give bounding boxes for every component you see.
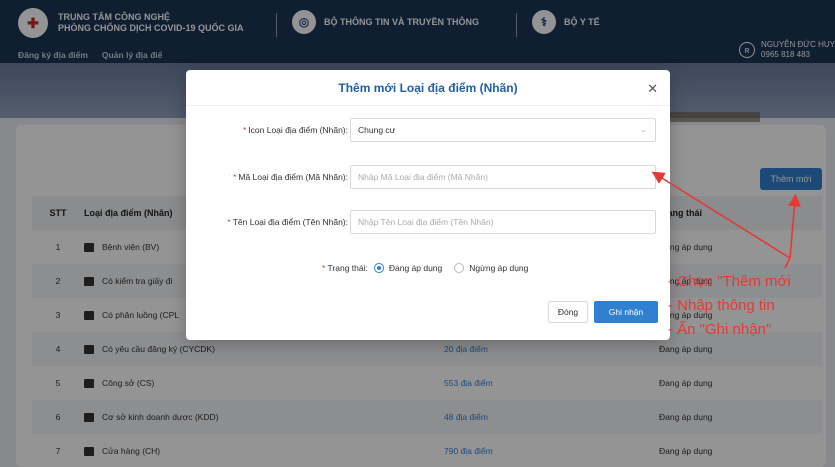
annotation-line1: - Chọn "Thêm mới — [668, 273, 791, 290]
annotation-arrows — [651, 171, 801, 269]
arrow-to-add-button — [788, 193, 801, 259]
arrow-stem — [784, 257, 791, 269]
arrow-to-modal — [651, 171, 791, 259]
annotation-line2: - Nhập thông tin — [668, 297, 775, 314]
annotation-line3: - Ấn "Ghi nhận" — [668, 321, 772, 338]
instruction-annotation: - Chọn "Thêm mới - Nhập thông tin - Ấn "… — [668, 270, 791, 342]
